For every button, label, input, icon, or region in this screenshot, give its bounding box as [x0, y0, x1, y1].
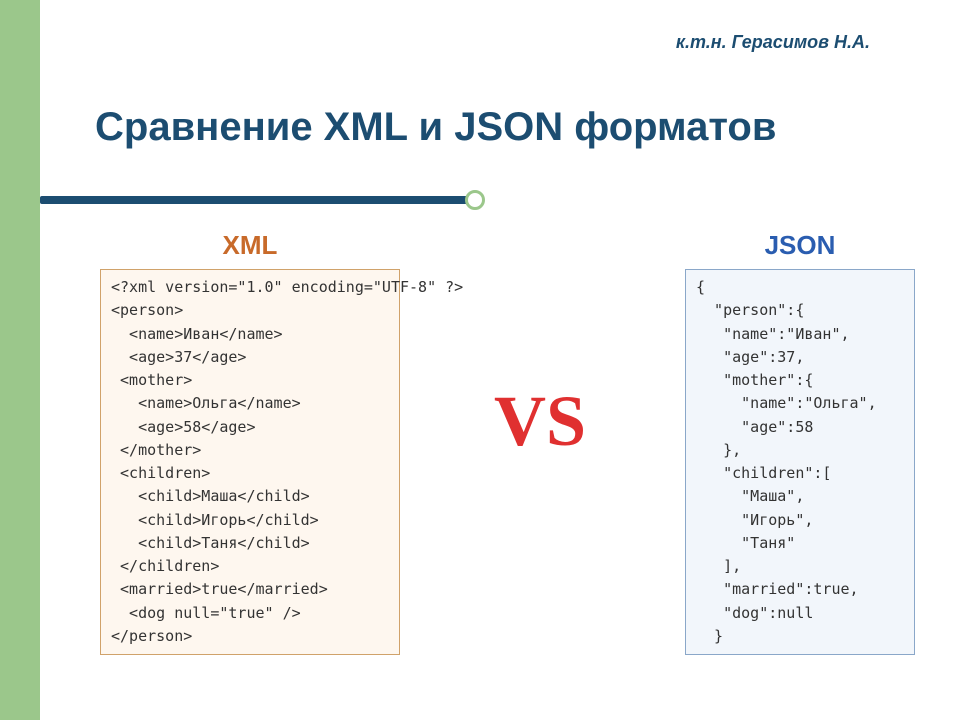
json-column: JSON { "person":{ "name":"Иван", "age":3…: [680, 230, 920, 655]
xml-code-block: <?xml version="1.0" encoding="UTF-8" ?> …: [100, 269, 400, 655]
vs-label: VS: [494, 380, 586, 463]
accent-sidebar: [0, 0, 40, 720]
author-label: к.т.н. Герасимов Н.А.: [676, 32, 870, 53]
json-code-block: { "person":{ "name":"Иван", "age":37, "m…: [685, 269, 915, 655]
divider-dot-icon: [465, 190, 485, 210]
page-title: Сравнение XML и JSON форматов: [95, 105, 776, 150]
json-heading: JSON: [765, 230, 836, 261]
comparison-row: XML <?xml version="1.0" encoding="UTF-8"…: [100, 230, 920, 655]
divider-line: [40, 196, 470, 204]
xml-column: XML <?xml version="1.0" encoding="UTF-8"…: [100, 230, 400, 655]
xml-heading: XML: [223, 230, 278, 261]
vs-wrap: VS: [400, 230, 680, 463]
title-divider: [40, 190, 540, 210]
